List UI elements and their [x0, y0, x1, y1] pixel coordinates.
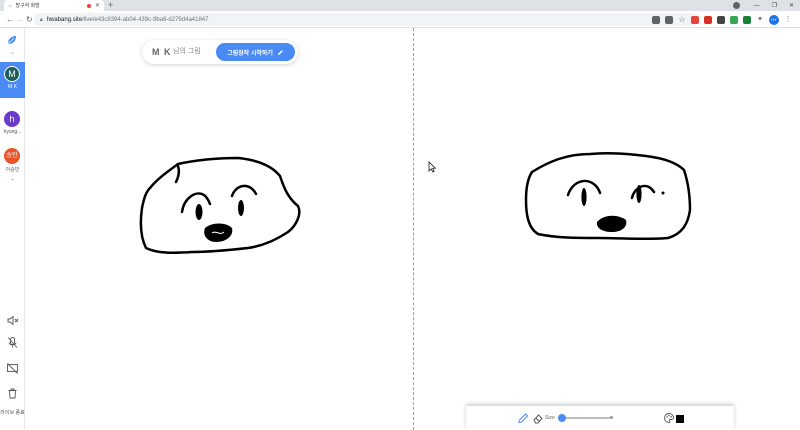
url-host: hwabang.site: [46, 16, 83, 23]
scroll-down-chevron-icon[interactable]: ⌄: [0, 176, 25, 182]
cast-icon[interactable]: [665, 15, 673, 24]
participant-tile[interactable]: h hyung...: [0, 107, 25, 143]
pen-tool-icon[interactable]: [517, 412, 529, 424]
tab-favicon-icon: ♨: [8, 2, 13, 9]
extension-green-icon[interactable]: [730, 15, 738, 24]
microphone-off-icon[interactable]: [6, 336, 19, 349]
extensions-puzzle-icon[interactable]: ✦: [756, 16, 764, 24]
browser-toolbar: ← → ↻ 🔒︎ hwabang.site/live/e43c8394-ab04…: [0, 11, 800, 28]
browser-tab[interactable]: ♨ 방구석 화방 ✕: [4, 0, 104, 11]
extension-red-icon[interactable]: [691, 15, 699, 24]
right-drawing-canvas[interactable]: [414, 28, 800, 405]
recording-indicator-icon: [86, 3, 91, 8]
size-slider[interactable]: [558, 414, 612, 422]
tab-title: 방구석 화방: [15, 3, 40, 9]
participant-tile[interactable]: M M K: [0, 62, 25, 98]
app-logo-leaf-icon[interactable]: [6, 34, 18, 46]
back-button[interactable]: ←: [6, 11, 14, 28]
left-eye: [581, 188, 587, 206]
bookmark-star-icon[interactable]: ☆: [678, 15, 686, 24]
palette-icon[interactable]: [663, 412, 675, 424]
right-eye: [238, 200, 244, 216]
extension-pdf-icon[interactable]: [704, 15, 712, 24]
left-drawing-canvas[interactable]: [25, 28, 413, 430]
camera-icon[interactable]: [652, 15, 660, 24]
tab-search-icon[interactable]: [732, 2, 740, 9]
head-line-stroke: [174, 164, 181, 184]
end-live-label: 라이브 종료: [0, 410, 25, 416]
new-tab-button[interactable]: +: [108, 0, 113, 11]
tab-close-icon[interactable]: ✕: [95, 2, 100, 9]
url-path: /live/e43c8394-ab04-439c-9ba6-d279d4a418…: [82, 16, 209, 23]
close-window-button[interactable]: ✕: [789, 2, 794, 9]
address-bar[interactable]: 🔒︎ hwabang.site/live/e43c8394-ab04-439c-…: [34, 13, 699, 26]
mouse-cursor-icon: [428, 161, 436, 173]
end-live-button[interactable]: 라이브 종료: [0, 410, 25, 417]
speaker-muted-icon[interactable]: [6, 314, 19, 327]
size-slider-end-dot: [610, 416, 613, 419]
browser-menu-icon[interactable]: ⋮: [784, 16, 792, 24]
reload-button[interactable]: ↻: [26, 11, 33, 28]
forward-button[interactable]: →: [16, 11, 24, 28]
minimize-button[interactable]: —: [754, 3, 760, 9]
extension-dark-icon[interactable]: [717, 15, 725, 24]
trash-icon[interactable]: [6, 387, 19, 400]
participant-avatar: h: [4, 111, 20, 127]
participant-name: 이승민: [5, 167, 20, 173]
right-eye: [636, 185, 642, 203]
mouth-blob: [596, 215, 627, 232]
right-eyebrow-stroke: [230, 184, 258, 198]
lock-icon: 🔒︎: [40, 16, 43, 23]
screen-share-off-icon[interactable]: [6, 362, 19, 375]
eraser-tool-icon[interactable]: [532, 412, 544, 424]
left-eye: [195, 204, 203, 220]
restore-button[interactable]: ❐: [772, 2, 777, 9]
extensions-row: ☆ ✦ HY ⋮: [652, 14, 792, 25]
extension-sheet-icon[interactable]: [743, 15, 751, 24]
size-label: Size: [545, 415, 555, 421]
participant-name: hyung...: [3, 129, 22, 135]
participant-avatar: 승민: [4, 148, 20, 164]
scroll-up-chevron-icon[interactable]: ⌃: [0, 52, 25, 58]
participant-tile[interactable]: 승민 이승민: [0, 144, 25, 180]
drawing-toolbar: Size: [466, 405, 734, 430]
participants-sidebar: ⌃ M M K h hyung... 승민 이승민 ⌄ 라이브 종료: [0, 28, 25, 430]
current-color-swatch[interactable]: [676, 415, 684, 423]
browser-tab-bar: ♨ 방구석 화방 ✕ + — ❐ ✕: [0, 0, 800, 11]
window-controls: — ❐ ✕: [732, 0, 794, 11]
participant-avatar: M: [4, 66, 20, 82]
right-eyebrow-stroke: [630, 184, 656, 200]
size-slider-thumb[interactable]: [558, 414, 566, 422]
participant-name: M K: [8, 84, 17, 90]
dot-mark: [661, 191, 665, 195]
profile-avatar[interactable]: HY: [769, 14, 779, 25]
